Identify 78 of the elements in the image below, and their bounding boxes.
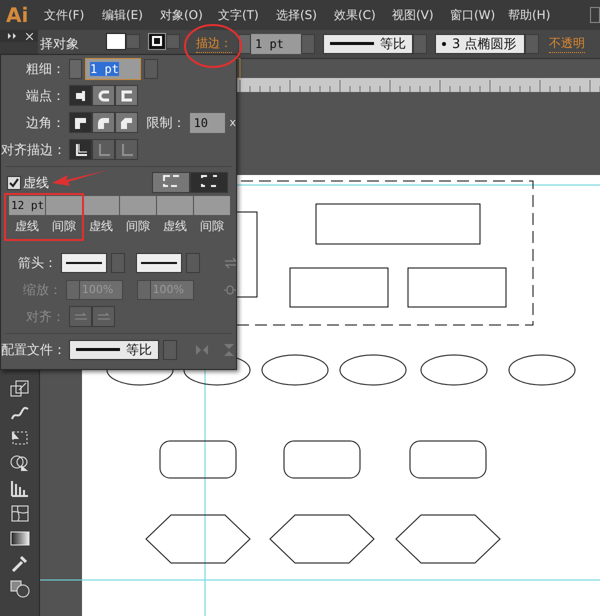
brush-dropdown[interactable]: 3 点椭圆形 xyxy=(435,34,525,54)
line-icon xyxy=(66,262,102,264)
icon-toggle-button[interactable] xyxy=(69,139,92,160)
ellipse xyxy=(420,354,488,386)
square-cap-icon xyxy=(118,88,134,104)
line-icon xyxy=(330,42,374,46)
menu-item[interactable]: 选择(S) xyxy=(276,6,334,24)
dash-field[interactable] xyxy=(120,196,156,215)
menu-item[interactable]: 帮助(H) xyxy=(508,6,566,24)
field-label: 配置文件： xyxy=(1,342,65,358)
dash-field[interactable] xyxy=(83,196,119,215)
menu-item[interactable]: 文件(F) xyxy=(44,6,102,24)
ellipse xyxy=(262,354,328,386)
dash-field[interactable]: 12 pt xyxy=(9,196,45,215)
field-label: 粗细： xyxy=(25,60,65,78)
arrowhead-dropdown[interactable] xyxy=(61,252,107,272)
collapse-icon[interactable] xyxy=(8,33,18,39)
dash-field[interactable] xyxy=(46,196,82,215)
field-label: 端点： xyxy=(25,88,65,104)
field-label: 对齐描边： xyxy=(1,142,65,158)
field-label: 边角： xyxy=(24,114,65,132)
field-label: 箭头： xyxy=(17,254,57,272)
graph-tool-icon[interactable] xyxy=(8,478,30,498)
field-label: 限制： xyxy=(146,114,186,132)
field-label: 虚线 xyxy=(88,218,114,235)
menu-item[interactable]: 对象(O) xyxy=(160,6,218,24)
checkbox[interactable] xyxy=(7,176,21,190)
limit-field[interactable]: 10 xyxy=(190,112,226,132)
menu-item[interactable]: 窗口(W) xyxy=(450,6,508,24)
blend-tool-icon[interactable] xyxy=(8,578,30,598)
profile-dropdown[interactable]: 等比 xyxy=(69,340,159,360)
window-control-icon[interactable] xyxy=(590,7,600,23)
panel-tab[interactable] xyxy=(0,30,38,42)
fill-swatch[interactable] xyxy=(106,32,126,50)
ellipse xyxy=(340,354,406,386)
pointer-arrow xyxy=(52,170,108,186)
mesh-tool-icon[interactable] xyxy=(8,503,30,523)
highlight-ellipse xyxy=(184,24,242,68)
checkbox-label: 虚线 xyxy=(23,174,49,192)
field-label: 间隙 xyxy=(125,218,151,235)
selection-label: 择对象 xyxy=(40,36,80,53)
ellipse xyxy=(508,354,576,386)
menu-item[interactable]: 文字(T) xyxy=(218,6,276,24)
line-icon xyxy=(76,348,120,352)
field-label: 虚线 xyxy=(162,218,188,235)
arrow-align-button[interactable] xyxy=(69,306,92,327)
panel-grip[interactable] xyxy=(0,42,38,54)
check-icon xyxy=(9,178,19,188)
menu-item[interactable]: 编辑(E) xyxy=(102,6,160,24)
dash-field[interactable] xyxy=(157,196,193,215)
icon-toggle-button[interactable] xyxy=(69,85,92,106)
stroke-weight-field[interactable]: 1 pt xyxy=(251,34,301,54)
field-label: 间隙 xyxy=(199,218,225,235)
icon-toggle-button[interactable] xyxy=(92,85,115,106)
shape-builder-icon[interactable] xyxy=(8,453,30,473)
unit-label: x xyxy=(229,116,236,129)
dash-mode-button[interactable] xyxy=(152,172,190,193)
icon-toggle-button[interactable] xyxy=(114,112,138,133)
dash-mode-button[interactable] xyxy=(190,172,228,193)
stroke-swatch[interactable] xyxy=(148,32,166,50)
icon-toggle-button[interactable] xyxy=(68,112,92,133)
field-label: 间隙 xyxy=(51,218,77,235)
icon-toggle-button[interactable] xyxy=(92,112,115,133)
round-cap-icon xyxy=(96,88,112,104)
arrowhead-dropdown[interactable] xyxy=(136,252,182,272)
line-icon xyxy=(141,262,178,264)
menu-item[interactable]: 视图(V) xyxy=(392,6,450,24)
arrow-align-button[interactable] xyxy=(92,306,115,327)
weight-field[interactable]: 1 pt xyxy=(86,58,140,78)
icon-toggle-button[interactable] xyxy=(115,85,138,106)
dash-field[interactable] xyxy=(194,196,230,215)
close-icon[interactable] xyxy=(26,32,33,40)
profile-dropdown[interactable]: 等比 xyxy=(323,34,413,54)
dot-icon xyxy=(442,42,446,46)
menu-item[interactable]: 效果(C) xyxy=(334,6,392,24)
app-logo: Ai xyxy=(5,3,30,27)
scale-tool-icon[interactable] xyxy=(8,378,30,398)
field-label: 虚线 xyxy=(14,218,40,235)
